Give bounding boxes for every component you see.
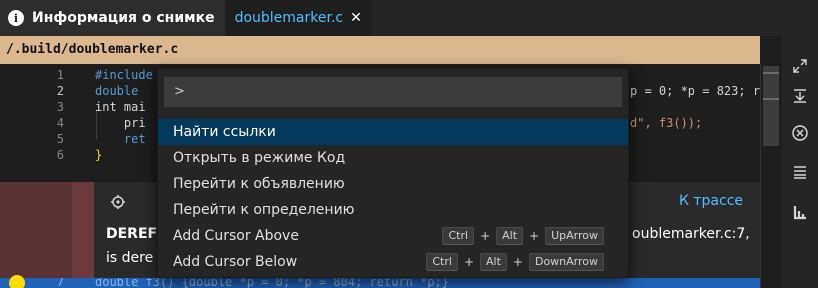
expand-icon[interactable]: [788, 54, 812, 78]
current-line: 7 double f3() {double *p = 0; *p = 804; …: [0, 278, 760, 288]
keybinding: Ctrl + Alt + UpArrow: [442, 227, 604, 245]
peek-gutter: [0, 182, 72, 278]
line-text-right: d", f3());: [630, 116, 703, 130]
key-ctrl: Ctrl: [426, 253, 458, 271]
right-toolbar: [782, 36, 818, 288]
ruler-mark: [763, 72, 779, 74]
menu-icon[interactable]: [788, 160, 812, 184]
line-text: }: [95, 148, 103, 162]
line-text: int mai: [95, 100, 146, 114]
plus-sign: +: [529, 229, 540, 243]
palette-item-label: Открыть в режиме Код: [173, 150, 346, 166]
palette-item-label: Add Cursor Below: [173, 254, 298, 270]
line-number: 5: [56, 132, 64, 146]
breakpoint-marker[interactable]: [9, 275, 25, 288]
palette-item-open-code[interactable]: Открыть в режиме Код: [158, 145, 628, 171]
tab-label: Информация о снимке: [32, 10, 215, 26]
plus-sign: +: [512, 255, 523, 269]
line-text: pri: [95, 116, 146, 130]
file-path-bar: /.build/doublemarker.c: [0, 36, 760, 64]
line-text: double: [95, 84, 146, 98]
line-text: double f3() {double *p = 0; *p = 804; re…: [95, 278, 450, 288]
palette-item-label: Перейти к определению: [173, 202, 355, 218]
diagnostic-location: oublemarker.c:7,: [632, 226, 750, 242]
line-number: 4: [56, 116, 64, 130]
target-icon[interactable]: [108, 192, 128, 212]
palette-item-label: Add Cursor Above: [173, 228, 299, 244]
line-number: 3: [56, 100, 64, 114]
key-alt: Alt: [480, 253, 507, 271]
diagnostic-message: is dere: [106, 250, 154, 266]
line-number: 1: [56, 68, 64, 82]
key-alt: Alt: [496, 227, 524, 245]
palette-item-go-to-declaration[interactable]: Перейти к объявлению: [158, 171, 628, 197]
info-icon: i: [8, 10, 24, 26]
line-text: #include: [95, 68, 153, 82]
palette-item-find-references[interactable]: Найти ссылки: [158, 119, 628, 145]
palette-item-add-cursor-above[interactable]: Add Cursor Above Ctrl + Alt + UpArrow: [158, 223, 628, 249]
peek-gutter-marker: [72, 182, 94, 278]
plus-sign: +: [480, 229, 491, 243]
palette-item-add-cursor-below[interactable]: Add Cursor Below Ctrl + Alt + DownArrow: [158, 249, 628, 275]
scrollbar-thumb[interactable]: [763, 66, 779, 146]
key-down: DownArrow: [528, 253, 604, 271]
close-circle-icon[interactable]: [788, 121, 812, 145]
key-up: UpArrow: [545, 227, 604, 245]
palette-item-label: Найти ссылки: [173, 124, 276, 140]
line-text-right: p = 0; *p = 823; re: [630, 84, 768, 98]
tab-bar: i Информация о снимке doublemarker.c ✕: [0, 0, 818, 36]
line-text: ret: [95, 132, 146, 146]
close-icon[interactable]: ✕: [350, 10, 362, 26]
plus-sign: +: [463, 255, 474, 269]
command-input[interactable]: >: [164, 77, 622, 107]
diagnostic-title: DEREF: [106, 226, 158, 242]
command-palette: > Найти ссылки Открыть в режиме Код Пере…: [157, 68, 629, 278]
line-number: 6: [56, 148, 64, 162]
tab-doublemarker[interactable]: doublemarker.c ✕: [224, 0, 372, 36]
line-number: 2: [56, 84, 64, 98]
ruler-mark: [763, 98, 779, 100]
scrollbar[interactable]: [760, 64, 782, 288]
tab-snapshot-info[interactable]: i Информация о снимке: [0, 0, 225, 36]
step-into-icon[interactable]: [788, 84, 812, 108]
go-to-trace-link[interactable]: К трассе: [679, 193, 743, 209]
tab-label: doublemarker.c: [234, 10, 344, 26]
palette-item-label: Перейти к объявлению: [173, 176, 345, 192]
key-ctrl: Ctrl: [442, 227, 475, 245]
keybinding: Ctrl + Alt + DownArrow: [426, 253, 604, 271]
chart-icon[interactable]: [788, 200, 812, 224]
palette-item-go-to-definition[interactable]: Перейти к определению: [158, 197, 628, 223]
